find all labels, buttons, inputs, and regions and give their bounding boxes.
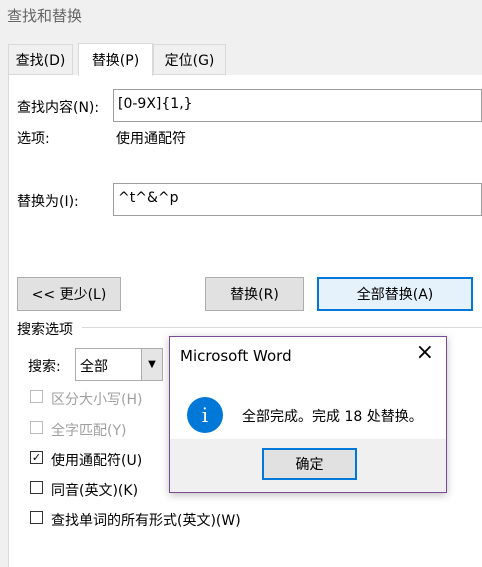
tab-replace[interactable]: 替换(P) — [78, 43, 153, 76]
all-word-forms-label: 查找单词的所有形式(英文)(W) — [51, 513, 241, 529]
tab-goto[interactable]: 定位(G) — [153, 44, 226, 75]
tab-find[interactable]: 查找(D) — [8, 44, 73, 75]
search-direction-label: 搜索: — [28, 359, 61, 375]
search-direction-select[interactable]: 全部 ▼ — [75, 348, 163, 381]
info-icon: i — [187, 397, 223, 433]
sounds-like-checkbox[interactable] — [30, 481, 43, 494]
search-options-divider — [82, 327, 482, 328]
find-input[interactable]: [0-9X]{1,} — [113, 89, 482, 122]
wildcards-label: 使用通配符(U) — [51, 453, 143, 469]
whole-word-checkbox[interactable] — [30, 421, 43, 434]
less-button[interactable]: << 更少(L) — [17, 277, 121, 311]
message-dialog: Microsoft Word × i 全部完成。完成 18 处替换。 确定 — [169, 336, 447, 493]
checkmark-icon: ✓ — [31, 451, 42, 464]
tab-find-label: 查找(D) — [15, 52, 66, 69]
whole-word-label: 全字匹配(Y) — [51, 423, 127, 439]
replace-all-button[interactable]: 全部替换(A) — [317, 277, 473, 311]
options-label: 选项: — [17, 131, 50, 147]
search-options-header: 搜索选项 — [17, 322, 73, 338]
dialog-title: Microsoft Word — [180, 347, 292, 365]
close-icon[interactable]: × — [416, 342, 434, 364]
ok-button[interactable]: 确定 — [262, 448, 357, 480]
find-label: 查找内容(N): — [17, 100, 100, 116]
all-word-forms-checkbox[interactable] — [30, 511, 43, 524]
tab-replace-label: 替换(P) — [91, 53, 140, 69]
search-direction-value: 全部 — [80, 359, 108, 375]
wildcards-checkbox[interactable]: ✓ — [30, 451, 43, 464]
match-case-checkbox[interactable] — [30, 390, 43, 403]
replace-input[interactable]: ^t^&^p — [113, 183, 482, 216]
window-title: 查找和替换 — [7, 7, 83, 25]
tab-goto-label: 定位(G) — [164, 52, 215, 69]
sounds-like-label: 同音(英文)(K) — [51, 483, 139, 499]
chevron-down-icon: ▼ — [141, 349, 162, 380]
replace-button[interactable]: 替换(R) — [205, 277, 304, 311]
replace-label: 替换为(I): — [17, 194, 79, 210]
match-case-label: 区分大小写(H) — [51, 392, 143, 408]
options-value: 使用通配符 — [116, 131, 186, 147]
dialog-message: 全部完成。完成 18 处替换。 — [242, 409, 423, 425]
